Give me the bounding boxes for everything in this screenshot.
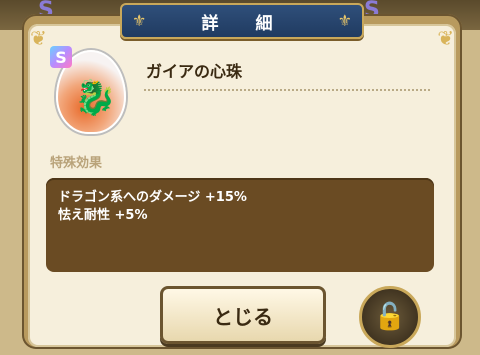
- section-label: 特殊効果: [50, 156, 103, 171]
- corner-ornament-icon: ❦: [30, 26, 47, 50]
- effects-box: ドラゴン系へのダメージ +15% 怯え耐性 +5%: [46, 178, 434, 272]
- dragon-icon: 🐉: [74, 78, 117, 118]
- dialog-title: 詳 細: [201, 13, 283, 34]
- rank-badge: S: [50, 46, 72, 68]
- corner-ornament-icon: ❦: [437, 26, 454, 50]
- close-button[interactable]: とじる: [160, 286, 326, 344]
- divider: [144, 89, 430, 91]
- effect-line: 怯え耐性 +5%: [58, 208, 148, 223]
- dialog-title-plate: ⚜ 詳 細 ⚜: [120, 3, 364, 39]
- fleur-ornament-icon: ⚜: [337, 11, 352, 30]
- lock-button[interactable]: 🔓: [359, 286, 421, 348]
- effect-line: ドラゴン系へのダメージ +15%: [58, 190, 247, 205]
- item-name: ガイアの心珠: [146, 62, 243, 81]
- item-icon: 🐉 S: [50, 46, 130, 134]
- unlock-icon: 🔓: [373, 302, 407, 332]
- fleur-ornament-icon: ⚜: [132, 11, 147, 30]
